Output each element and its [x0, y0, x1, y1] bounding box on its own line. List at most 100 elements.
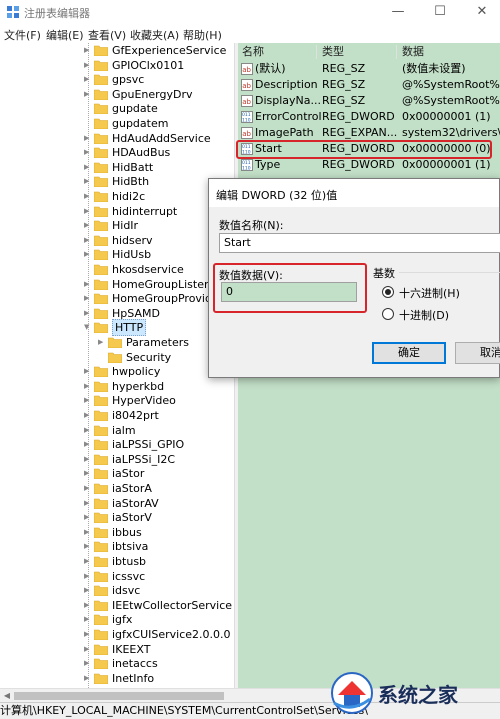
menu-help[interactable]: 帮助(H) [183, 27, 222, 43]
chevron-right-icon[interactable]: ▶ [84, 393, 89, 408]
menu-view[interactable]: 查看(V) [88, 27, 126, 43]
chevron-right-icon[interactable]: ▶ [84, 72, 89, 87]
scroll-left-icon[interactable]: ◀ [0, 689, 14, 703]
chevron-right-icon[interactable]: ▶ [84, 569, 89, 584]
tree-item[interactable]: ▶ inetaccs [84, 656, 234, 671]
value-name-field[interactable]: Start [219, 233, 500, 253]
tree-item[interactable]: ▶ ibbus [84, 525, 234, 540]
chevron-right-icon[interactable]: ▶ [84, 481, 89, 496]
chevron-right-icon[interactable]: ▶ [84, 583, 89, 598]
tree-item[interactable]: ▶ iaLPSSi_GPIO [84, 437, 234, 452]
tree-item[interactable]: ▶ ibtsiva [84, 539, 234, 554]
tree-item[interactable]: ▶ GpuEnergyDrv [84, 87, 234, 102]
tree-item[interactable]: ▶ gpsvc [84, 72, 234, 87]
ok-button[interactable]: 确定 [372, 342, 446, 364]
chevron-right-icon[interactable]: ▶ [84, 452, 89, 467]
tree-item[interactable]: ▶ HidBatt [84, 160, 234, 175]
chevron-right-icon[interactable]: ▶ [84, 58, 89, 73]
tree-item[interactable]: gupdatem [84, 116, 234, 131]
tree-item[interactable]: ▶ iaStorV [84, 510, 234, 525]
tree-item[interactable]: ▶ IKEEXT [84, 642, 234, 657]
chevron-right-icon[interactable]: ▶ [84, 364, 89, 379]
menu-edit[interactable]: 编辑(E) [46, 27, 84, 43]
value-row[interactable]: ab Description REG_SZ @%SystemRoot%\s [238, 77, 500, 93]
tree-item[interactable]: ▶ ibtusb [84, 554, 234, 569]
tree-item[interactable]: ▶ idsvc [84, 583, 234, 598]
chevron-right-icon[interactable]: ▶ [84, 598, 89, 613]
chevron-right-icon[interactable]: ▶ [84, 642, 89, 657]
tree-item[interactable]: ▶ iaStorA [84, 481, 234, 496]
tree-item[interactable]: ▶ HdAudAddService [84, 131, 234, 146]
chevron-right-icon[interactable]: ▶ [84, 204, 89, 219]
chevron-right-icon[interactable]: ▶ [98, 335, 103, 350]
value-row[interactable]: ab DisplayNa... REG_SZ @%SystemRoot%\s [238, 93, 500, 109]
menu-favorites[interactable]: 收藏夹(A) [130, 27, 179, 43]
scroll-thumb[interactable] [14, 692, 224, 700]
chevron-right-icon[interactable]: ▶ [84, 87, 89, 102]
tree-item[interactable]: ▶ InetInfo [84, 671, 234, 686]
chevron-right-icon[interactable]: ▶ [84, 510, 89, 525]
tree-item[interactable]: gupdate [84, 101, 234, 116]
chevron-right-icon[interactable]: ▶ [84, 437, 89, 452]
chevron-right-icon[interactable]: ▶ [84, 627, 89, 642]
chevron-right-icon[interactable]: ▶ [84, 160, 89, 175]
menu-file[interactable]: 文件(F) [4, 27, 41, 43]
column-separator[interactable] [396, 45, 397, 59]
maximize-button[interactable]: ☐ [422, 2, 458, 22]
chevron-right-icon[interactable]: ▶ [84, 306, 89, 321]
tree-item[interactable]: ▶ igfx [84, 612, 234, 627]
column-header-name[interactable]: 名称 [242, 43, 264, 61]
tree-item[interactable]: ▶ HyperVideo [84, 393, 234, 408]
tree-item[interactable]: ▶ iaLPSSi_I2C [84, 452, 234, 467]
chevron-right-icon[interactable]: ▶ [84, 466, 89, 481]
chevron-right-icon[interactable]: ▶ [84, 291, 89, 306]
column-header-type[interactable]: 类型 [322, 43, 344, 61]
chevron-right-icon[interactable]: ▶ [84, 656, 89, 671]
tree-item[interactable]: ▶ iaStor [84, 466, 234, 481]
close-button[interactable]: ✕ [464, 2, 500, 22]
value-row[interactable]: ab ImagePath REG_EXPAN... system32\drivers\… [238, 125, 500, 141]
tree-item[interactable]: ▶ icssvc [84, 569, 234, 584]
value-row[interactable]: 011 110 ErrorControl REG_DWORD 0x00000001 (1… [238, 109, 500, 125]
chevron-right-icon[interactable]: ▶ [84, 247, 89, 262]
chevron-right-icon[interactable]: ▶ [84, 277, 89, 292]
tree-item[interactable]: ▶ iaStorAV [84, 496, 234, 511]
column-separator[interactable] [316, 45, 317, 59]
chevron-right-icon[interactable]: ▶ [84, 233, 89, 248]
radio-decimal[interactable] [382, 308, 394, 320]
value-row[interactable]: 011 110 Type REG_DWORD 0x00000001 (1) [238, 157, 500, 173]
chevron-right-icon[interactable]: ▶ [84, 174, 89, 189]
radio-hex[interactable] [382, 286, 394, 298]
chevron-right-icon[interactable]: ▶ [84, 145, 89, 160]
registry-tree[interactable]: ▶ GfExperienceService ▶ GPIOClx0101 ▶ gpsvc ▶ G… [0, 43, 234, 688]
svg-text:110: 110 [242, 118, 251, 124]
chevron-right-icon[interactable]: ▶ [84, 43, 89, 58]
tree-item[interactable]: ▶ GPIOClx0101 [84, 58, 234, 73]
chevron-right-icon[interactable]: ▶ [84, 408, 89, 423]
cancel-button[interactable]: 取消 [455, 342, 500, 364]
chevron-right-icon[interactable]: ▶ [84, 423, 89, 438]
chevron-right-icon[interactable]: ▶ [84, 671, 89, 686]
chevron-right-icon[interactable]: ▶ [84, 189, 89, 204]
radio-decimal-label[interactable]: 十进制(D) [399, 307, 449, 323]
chevron-right-icon[interactable]: ▶ [84, 612, 89, 627]
minimize-button[interactable]: — [380, 2, 416, 22]
chevron-right-icon[interactable]: ▶ [84, 218, 89, 233]
tree-item[interactable]: ▶ ialm [84, 423, 234, 438]
chevron-right-icon[interactable]: ▶ [84, 539, 89, 554]
tree-item[interactable]: ▶ i8042prt [84, 408, 234, 423]
chevron-right-icon[interactable]: ▶ [84, 525, 89, 540]
chevron-right-icon[interactable]: ▶ [84, 131, 89, 146]
value-row[interactable]: ab (默认) REG_SZ (数值未设置) [238, 61, 500, 77]
tree-item[interactable]: ▶ IEEtwCollectorService [84, 598, 234, 613]
tree-item[interactable]: ▶ GfExperienceService [84, 43, 234, 58]
column-header-data[interactable]: 数据 [402, 43, 424, 61]
chevron-right-icon[interactable]: ▶ [84, 379, 89, 394]
tree-item[interactable]: ▶ HDAudBus [84, 145, 234, 160]
radio-hex-label[interactable]: 十六进制(H) [399, 285, 460, 301]
tree-item[interactable]: ▶ hyperkbd [84, 379, 234, 394]
chevron-down-icon[interactable]: ▼ [84, 320, 89, 335]
chevron-right-icon[interactable]: ▶ [84, 554, 89, 569]
tree-item[interactable]: ▶ igfxCUIService2.0.0.0 [84, 627, 234, 642]
chevron-right-icon[interactable]: ▶ [84, 496, 89, 511]
